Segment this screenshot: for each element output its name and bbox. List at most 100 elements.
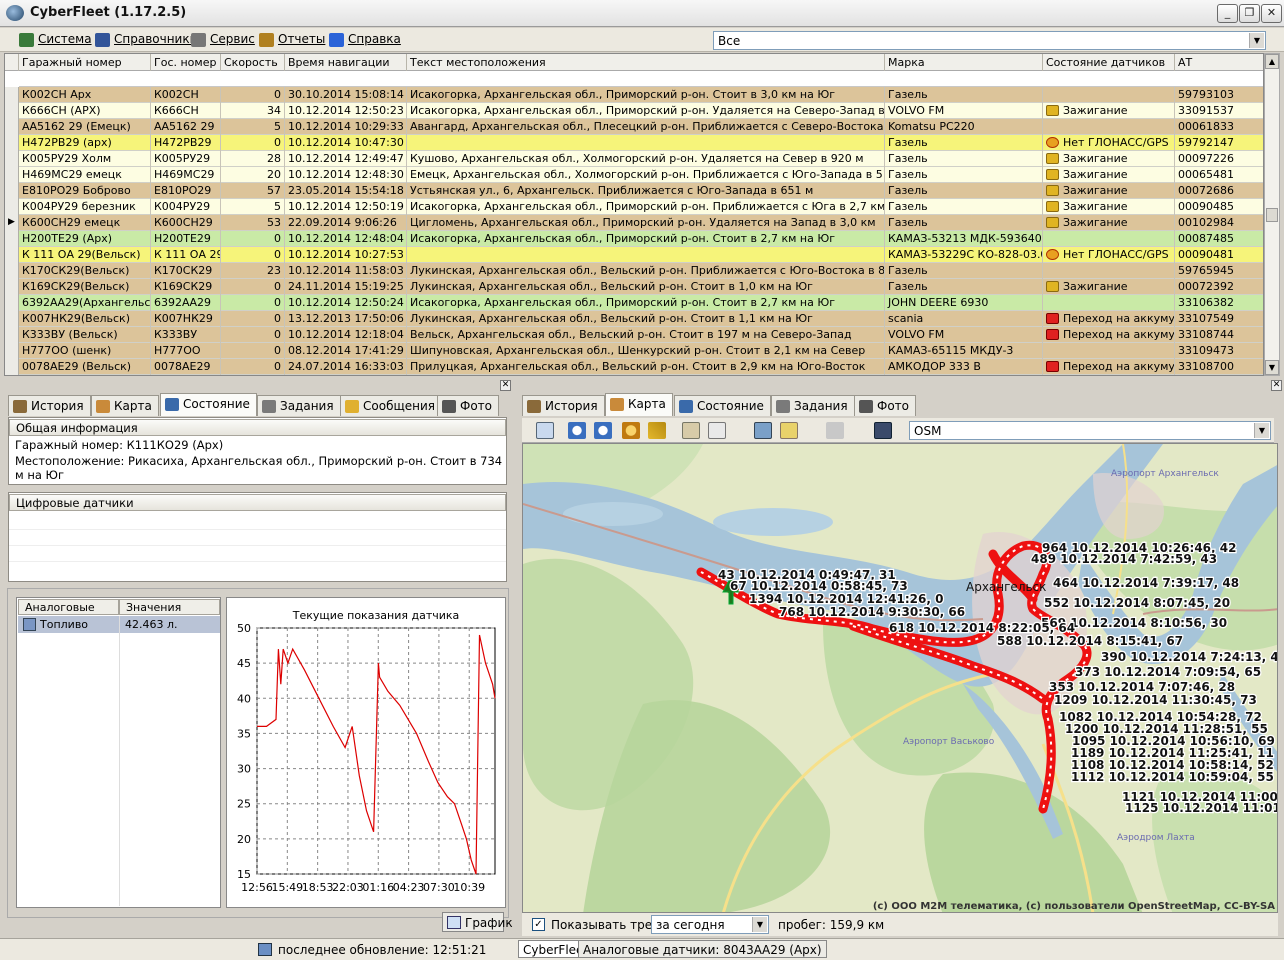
window-tab-analog[interactable]: Аналоговые датчики: 8043АА29 (Арх) bbox=[578, 940, 827, 958]
table-row[interactable]: 6392АА29(Архангельс) 6392АА29 0 10.12.2014 … bbox=[5, 295, 1263, 311]
close-button[interactable]: ✕ bbox=[1261, 4, 1282, 23]
table-row[interactable]: АА5162 29 (Емецк) АА5162 29 5 10.12.2014 10… bbox=[5, 119, 1263, 135]
pan-icon[interactable] bbox=[622, 422, 640, 439]
right-tab-tasks[interactable]: Задания bbox=[771, 395, 855, 416]
row-header[interactable] bbox=[5, 295, 19, 311]
row-header[interactable] bbox=[5, 247, 19, 263]
grid-col-header[interactable]: Скорость bbox=[221, 54, 285, 71]
left-tab-history[interactable]: История bbox=[8, 395, 91, 416]
zoom-in-icon[interactable] bbox=[568, 422, 586, 439]
grid-col-header[interactable]: Текст местоположения bbox=[407, 54, 885, 71]
truck-icon[interactable] bbox=[874, 422, 892, 439]
row-header[interactable] bbox=[5, 135, 19, 151]
minimize-button[interactable]: _ bbox=[1217, 4, 1238, 23]
row-header[interactable] bbox=[5, 311, 19, 327]
grid-col-header[interactable]: АТ bbox=[1175, 54, 1263, 71]
table-row[interactable]: К004РУ29 березник К004РУ29 5 10.12.2014 12:… bbox=[5, 199, 1263, 215]
map-canvas[interactable]: Архангельск Аэропорт Архангельск Аэропор… bbox=[523, 444, 1278, 913]
analog-col-value[interactable]: Значения bbox=[119, 599, 220, 615]
analog-col-name[interactable]: Аналоговые да... bbox=[18, 599, 119, 627]
table-row[interactable]: К002СН Арх К002СН 0 30.10.2014 15:08:14 Исак… bbox=[5, 87, 1263, 103]
maximize-button[interactable]: ❐ bbox=[1239, 4, 1260, 23]
table-row[interactable]: К007НК29(Вельск) К007НК29 0 13.12.2013 17:5… bbox=[5, 311, 1263, 327]
row-header[interactable] bbox=[5, 231, 19, 247]
filter-select[interactable]: Все ▼ bbox=[713, 31, 1266, 50]
route-icon[interactable] bbox=[826, 422, 844, 439]
map-view[interactable]: Архангельск Аэропорт Архангельск Аэропор… bbox=[522, 443, 1278, 913]
cell-text: 0 bbox=[274, 280, 281, 293]
row-header[interactable] bbox=[5, 263, 19, 279]
chevron-down-icon[interactable]: ▼ bbox=[752, 917, 767, 932]
menu-system[interactable]: Система bbox=[18, 32, 92, 48]
grid-col-header[interactable]: Гос. номер bbox=[151, 54, 221, 71]
grid-col-header[interactable]: Время навигации bbox=[285, 54, 407, 71]
table-row[interactable]: К666СН (АРХ) К666СН 34 10.12.2014 12:50:23 И… bbox=[5, 103, 1263, 119]
chart-button[interactable]: График bbox=[442, 912, 513, 932]
menu-reports-icon bbox=[259, 33, 274, 47]
chevron-down-icon[interactable]: ▼ bbox=[1254, 423, 1269, 438]
add-point-icon[interactable] bbox=[780, 422, 798, 439]
show-track-checkbox[interactable]: ✓ bbox=[532, 918, 545, 931]
zoom-out-icon[interactable] bbox=[594, 422, 612, 439]
chevron-down-icon[interactable]: ▼ bbox=[1249, 33, 1264, 48]
table-row[interactable]: К333ВУ (Вельск) К333ВУ 0 10.12.2014 12:18:0… bbox=[5, 327, 1263, 343]
row-header[interactable] bbox=[5, 87, 19, 103]
scroll-down-icon[interactable]: ▼ bbox=[1265, 360, 1279, 375]
left-tab-state[interactable]: Состояние bbox=[160, 393, 257, 416]
left-tab-photo[interactable]: Фото bbox=[437, 395, 500, 416]
left-tab-map[interactable]: Карта bbox=[91, 395, 159, 416]
grid-filter-row[interactable] bbox=[19, 71, 1263, 87]
table-row[interactable]: Н472РВ29 (арх) Н472РВ29 0 10.12.2014 10:47:… bbox=[5, 135, 1263, 151]
table-cell-plate: К002СН bbox=[151, 87, 221, 103]
close-left-panel-icon[interactable]: ✕ bbox=[500, 380, 511, 391]
ruler-icon[interactable] bbox=[648, 422, 666, 439]
vehicles-icon[interactable] bbox=[754, 422, 772, 439]
layers-icon[interactable] bbox=[682, 422, 700, 439]
row-header[interactable] bbox=[5, 359, 19, 375]
map-layer-select[interactable]: OSM ▼ bbox=[909, 421, 1271, 440]
grid-col-header[interactable]: Состояние датчиков bbox=[1043, 54, 1175, 71]
left-tab-messages[interactable]: Сообщения bbox=[340, 395, 443, 416]
row-header[interactable] bbox=[5, 167, 19, 183]
right-tab-state[interactable]: Состояние bbox=[674, 395, 771, 416]
row-header[interactable] bbox=[5, 199, 19, 215]
fit-map-icon[interactable] bbox=[536, 422, 554, 439]
table-row[interactable]: Е810РО29 Боброво Е810РО29 57 23.05.2014 15:… bbox=[5, 183, 1263, 199]
table-row[interactable]: Н777ОО (шенк) Н777ОО 0 08.12.2014 17:41:29 Ш… bbox=[5, 343, 1263, 359]
table-row[interactable]: К170СК29(Вельск) К170СК29 23 10.12.2014 11:… bbox=[5, 263, 1263, 279]
scroll-up-icon[interactable]: ▲ bbox=[1265, 54, 1279, 69]
right-tab-history-label: История bbox=[545, 399, 598, 413]
menu-help[interactable]: Справка bbox=[328, 32, 401, 48]
right-tab-photo[interactable]: Фото bbox=[854, 395, 917, 416]
left-tab-tasks[interactable]: Задания bbox=[257, 395, 341, 416]
table-row[interactable]: К005РУ29 Холм К005РУ29 28 10.12.2014 12:49:… bbox=[5, 151, 1263, 167]
table-row[interactable]: К169СК29(Вельск) К169СК29 0 24.11.2014 15:1… bbox=[5, 279, 1263, 295]
grid-col-header[interactable]: Марка bbox=[885, 54, 1043, 71]
grid-scrollbar[interactable]: ▲ ▼ bbox=[1264, 53, 1280, 376]
table-row[interactable]: К 111 ОА 29(Вельск) К 111 ОА 29 0 10.12.201… bbox=[5, 247, 1263, 263]
close-right-panel-icon[interactable]: ✕ bbox=[1271, 380, 1282, 391]
grid-col-header[interactable]: Гаражный номер bbox=[19, 54, 151, 71]
period-select[interactable]: за сегодня ▼ bbox=[651, 915, 769, 934]
table-row[interactable]: Н200ТЕ29 (Арх) Н200ТЕ29 0 10.12.2014 12:48:… bbox=[5, 231, 1263, 247]
row-header[interactable] bbox=[5, 327, 19, 343]
row-header[interactable] bbox=[5, 103, 19, 119]
table-row[interactable]: ▶ К600СН29 емецк К600СН29 53 22.09.2014 9:06… bbox=[5, 215, 1263, 231]
row-header[interactable] bbox=[5, 119, 19, 135]
row-header[interactable] bbox=[5, 279, 19, 295]
row-header[interactable] bbox=[5, 183, 19, 199]
shape-icon[interactable] bbox=[708, 422, 726, 439]
row-header[interactable]: ▶ bbox=[5, 215, 19, 231]
table-cell-plate: Н472РВ29 bbox=[151, 135, 221, 151]
right-tab-history[interactable]: История bbox=[522, 395, 605, 416]
menu-reports[interactable]: Отчеты bbox=[258, 32, 325, 48]
scroll-thumb[interactable] bbox=[1266, 208, 1278, 222]
table-row[interactable]: Н469МС29 емецк Н469МС29 20 10.12.2014 12:48… bbox=[5, 167, 1263, 183]
right-tab-map[interactable]: Карта bbox=[605, 393, 673, 416]
horizontal-splitter[interactable]: ✕ ✕ bbox=[0, 378, 1284, 392]
menu-service[interactable]: Сервис bbox=[190, 32, 255, 48]
table-row[interactable]: 0078АЕ29 (Вельск) 0078АЕ29 0 24.07.2014 16:… bbox=[5, 359, 1263, 375]
menu-directories[interactable]: Справочники bbox=[94, 32, 197, 48]
row-header[interactable] bbox=[5, 151, 19, 167]
row-header[interactable] bbox=[5, 343, 19, 359]
